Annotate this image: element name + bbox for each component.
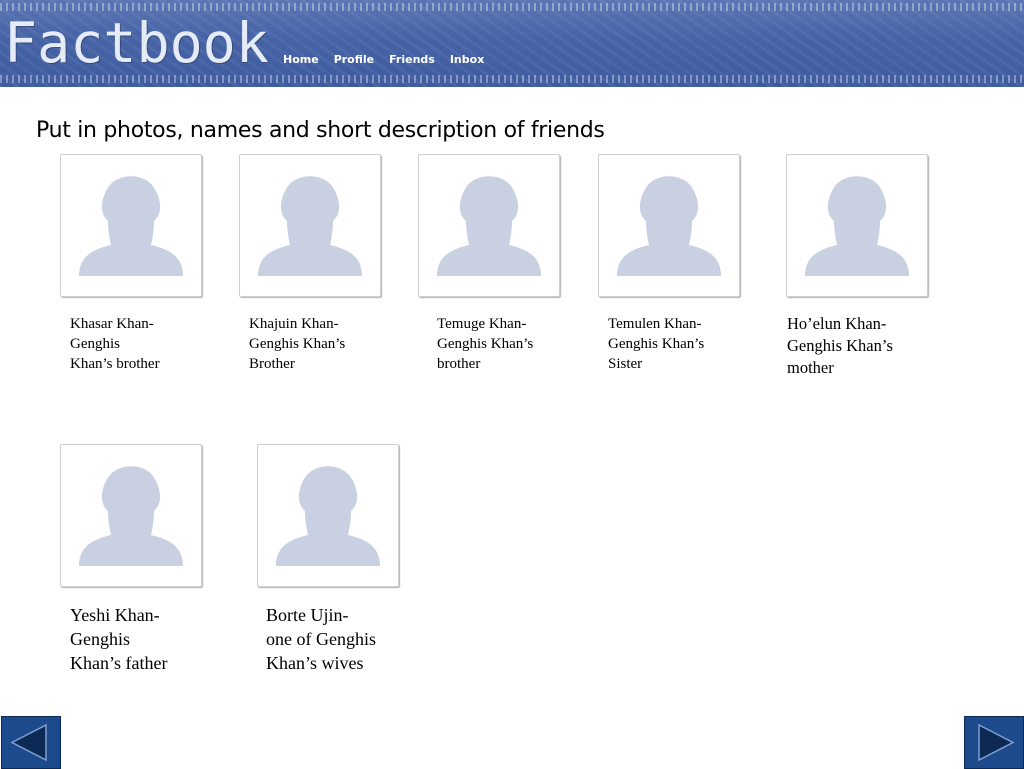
previous-slide-triangle-icon: [10, 723, 47, 762]
friend-photo-borte[interactable]: [257, 444, 399, 587]
friend-caption-hoelun: Ho’elun Khan- Genghis Khan’s mother: [787, 314, 893, 377]
factbook-logo: Factbook: [4, 11, 269, 75]
friend-photo-khasar[interactable]: [60, 154, 202, 297]
nav-home-link[interactable]: Home: [283, 53, 319, 66]
friend-caption-temulen: Temulen Khan- Genghis Khan’s Sister: [608, 316, 705, 372]
friend-caption-borte: Borte Ujin- one of Genghis Khan’s wives: [266, 605, 376, 673]
default-profile-silhouette-icon: [79, 176, 183, 276]
banner-border-bottom: [0, 75, 1024, 83]
friend-caption-yeshi: Yeshi Khan- Genghis Khan’s father: [70, 605, 168, 673]
next-slide-triangle-icon: [978, 723, 1015, 762]
default-profile-silhouette-icon: [805, 176, 909, 276]
default-profile-silhouette-icon: [437, 176, 541, 276]
nav-inbox-link[interactable]: Inbox: [450, 53, 484, 66]
nav-friends-link[interactable]: Friends: [389, 53, 435, 66]
previous-slide-button[interactable]: [1, 716, 61, 769]
friend-photo-hoelun[interactable]: [786, 154, 928, 297]
friend-photo-temulen[interactable]: [598, 154, 740, 297]
friend-caption-khajuin: Khajuin Khan- Genghis Khan’s Brother: [249, 316, 346, 372]
top-nav: Home Profile Friends Inbox: [283, 53, 499, 66]
default-profile-silhouette-icon: [79, 466, 183, 566]
friend-caption-khasar: Khasar Khan- Genghis Khan’s brother: [70, 316, 160, 372]
friend-photo-khajuin[interactable]: [239, 154, 381, 297]
header-banner: Factbook Home Profile Friends Inbox: [0, 0, 1024, 87]
friend-photo-yeshi[interactable]: [60, 444, 202, 587]
friend-caption-temuge: Temuge Khan- Genghis Khan’s brother: [437, 316, 534, 372]
friend-photo-temuge[interactable]: [418, 154, 560, 297]
page-instruction: Put in photos, names and short descripti…: [36, 118, 605, 143]
default-profile-silhouette-icon: [258, 176, 362, 276]
default-profile-silhouette-icon: [617, 176, 721, 276]
banner-border-top: [0, 3, 1024, 11]
nav-profile-link[interactable]: Profile: [334, 53, 374, 66]
default-profile-silhouette-icon: [276, 466, 380, 566]
next-slide-button[interactable]: [964, 716, 1024, 769]
